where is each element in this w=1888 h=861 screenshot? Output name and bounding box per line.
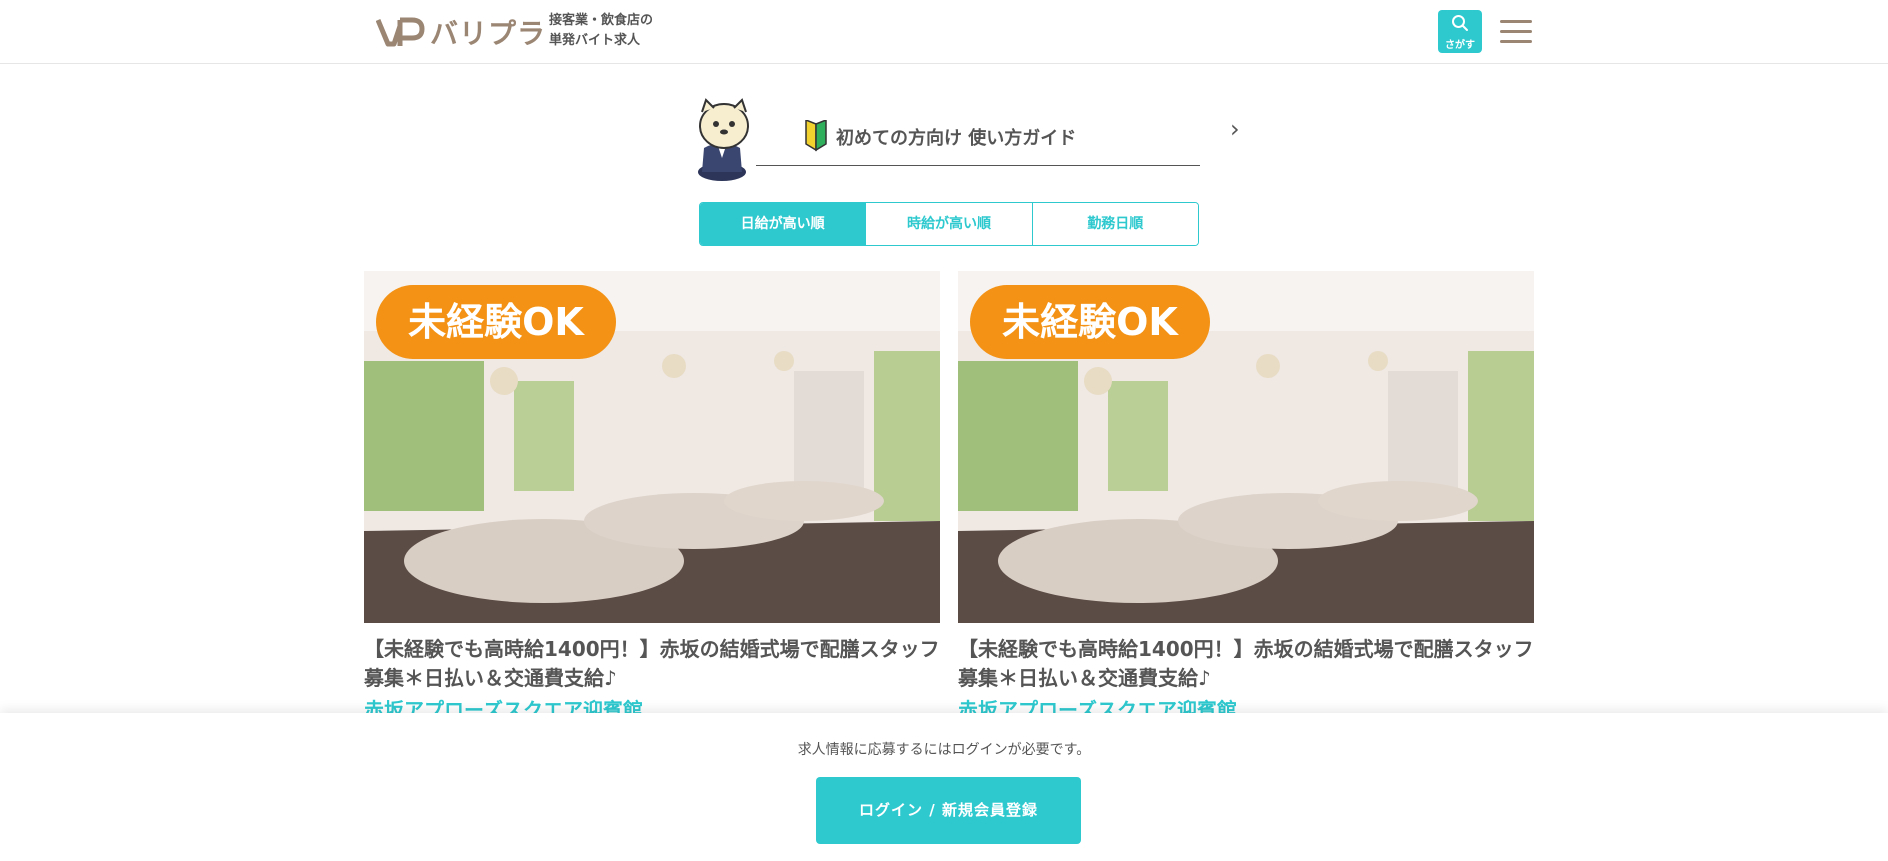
tagline-line-1: 接客業・飲食店の bbox=[549, 13, 654, 28]
usage-guide: 初めての方向け 使い方ガイド › bbox=[688, 96, 1240, 184]
job-image: 未経験OK bbox=[958, 271, 1534, 623]
search-icon bbox=[1452, 15, 1468, 31]
inexperienced-ok-badge: 未経験OK bbox=[376, 285, 616, 359]
job-card[interactable]: 未経験OK 【未経験でも高時給1400円！】赤坂の結婚式場で配膳スタッフ募集＊日… bbox=[958, 271, 1534, 723]
tab-sort-work-date[interactable]: 勤務日順 bbox=[1032, 203, 1198, 245]
tagline-line-2: 単発バイト求人 bbox=[549, 33, 641, 48]
login-prompt-bar: 求人情報に応募するにはログインが必要です。 ログイン / 新規会員登録 bbox=[0, 713, 1888, 861]
site-header: バリプラ 接客業・飲食店の 単発バイト求人 さがす bbox=[0, 0, 1888, 64]
job-card[interactable]: 未経験OK 【未経験でも高時給1400円！】赤坂の結婚式場で配膳スタッフ募集＊日… bbox=[364, 271, 940, 723]
tab-sort-hourly-wage[interactable]: 時給が高い順 bbox=[866, 203, 1033, 245]
job-title[interactable]: 【未経験でも高時給1400円！】赤坂の結婚式場で配膳スタッフ募集＊日払い＆交通費… bbox=[364, 635, 940, 693]
tab-sort-daily-wage[interactable]: 日給が高い順 bbox=[700, 203, 867, 245]
logo-text: バリプラ bbox=[430, 17, 547, 50]
job-image: 未経験OK bbox=[364, 271, 940, 623]
sort-tabs: 日給が高い順 時給が高い順 勤務日順 bbox=[699, 202, 1199, 246]
login-register-button[interactable]: ログイン / 新規会員登録 bbox=[816, 777, 1081, 844]
inexperienced-ok-badge: 未経験OK bbox=[970, 285, 1210, 359]
chevron-right-icon: › bbox=[1230, 115, 1240, 143]
search-button-label: さがす bbox=[1445, 40, 1475, 51]
login-required-notice: 求人情報に応募するにはログインが必要です。 bbox=[797, 742, 1091, 758]
usage-guide-text: 初めての方向け 使い方ガイド bbox=[836, 128, 1077, 149]
site-tagline: 接客業・飲食店の 単発バイト求人 bbox=[549, 11, 653, 51]
cat-mascot-icon bbox=[698, 98, 749, 181]
job-title[interactable]: 【未経験でも高時給1400円！】赤坂の結婚式場で配膳スタッフ募集＊日払い＆交通費… bbox=[958, 635, 1534, 693]
usage-guide-link[interactable]: 初めての方向け 使い方ガイド › bbox=[756, 115, 1240, 166]
hamburger-menu-icon[interactable] bbox=[1500, 20, 1532, 44]
logo-mark-icon bbox=[376, 17, 425, 47]
beginner-mark-icon bbox=[805, 120, 827, 152]
search-button[interactable]: さがす bbox=[1438, 10, 1482, 53]
site-logo[interactable]: バリプラ bbox=[376, 12, 546, 52]
